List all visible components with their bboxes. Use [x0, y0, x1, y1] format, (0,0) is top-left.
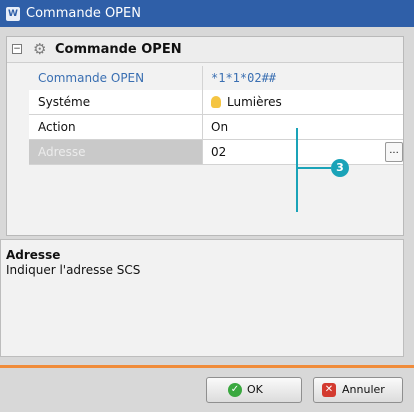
ok-button-label: OK: [247, 383, 263, 396]
property-panel: − ⚙ Commande OPEN Commande OPEN *1*1*02#…: [6, 36, 404, 236]
footer-separator: [0, 365, 414, 368]
property-row-commande[interactable]: Commande OPEN *1*1*02##: [29, 66, 403, 91]
ok-button[interactable]: ✓ OK: [206, 377, 302, 403]
callout-number-badge: 3: [331, 159, 349, 177]
callout-vertical-line: [296, 128, 298, 212]
help-panel: Adresse Indiquer l'adresse SCS: [0, 239, 404, 357]
property-row-systeme[interactable]: Systéme Lumières: [29, 90, 403, 115]
collapse-icon[interactable]: −: [12, 44, 22, 54]
property-group-header[interactable]: − ⚙ Commande OPEN: [7, 37, 403, 63]
gear-icon: ⚙: [33, 40, 47, 58]
group-title: Commande OPEN: [55, 42, 182, 57]
callout-horizontal-line: [296, 167, 331, 169]
property-value: On: [211, 120, 229, 134]
close-icon: ✕: [322, 383, 336, 397]
check-icon: ✓: [228, 383, 242, 397]
bulb-icon: [211, 96, 221, 108]
property-value: Lumières: [227, 95, 282, 109]
browse-button[interactable]: ...: [385, 142, 403, 162]
property-name: Commande OPEN: [29, 66, 203, 90]
property-value[interactable]: 02: [211, 140, 226, 164]
help-text: Indiquer l'adresse SCS: [6, 263, 141, 277]
cancel-button-label: Annuler: [342, 383, 385, 396]
property-name: Systéme: [29, 90, 203, 114]
property-row-action[interactable]: Action On: [29, 115, 403, 140]
app-logo-icon: W: [6, 7, 20, 21]
property-name: Action: [29, 115, 203, 139]
window-titlebar: W Commande OPEN: [0, 0, 414, 27]
property-value-wrap: Lumières: [211, 90, 282, 114]
window-title: Commande OPEN: [26, 6, 141, 21]
cancel-button[interactable]: ✕ Annuler: [313, 377, 403, 403]
help-title: Adresse: [6, 248, 61, 262]
property-name: Adresse: [29, 140, 203, 164]
property-value: *1*1*02##: [211, 71, 277, 85]
